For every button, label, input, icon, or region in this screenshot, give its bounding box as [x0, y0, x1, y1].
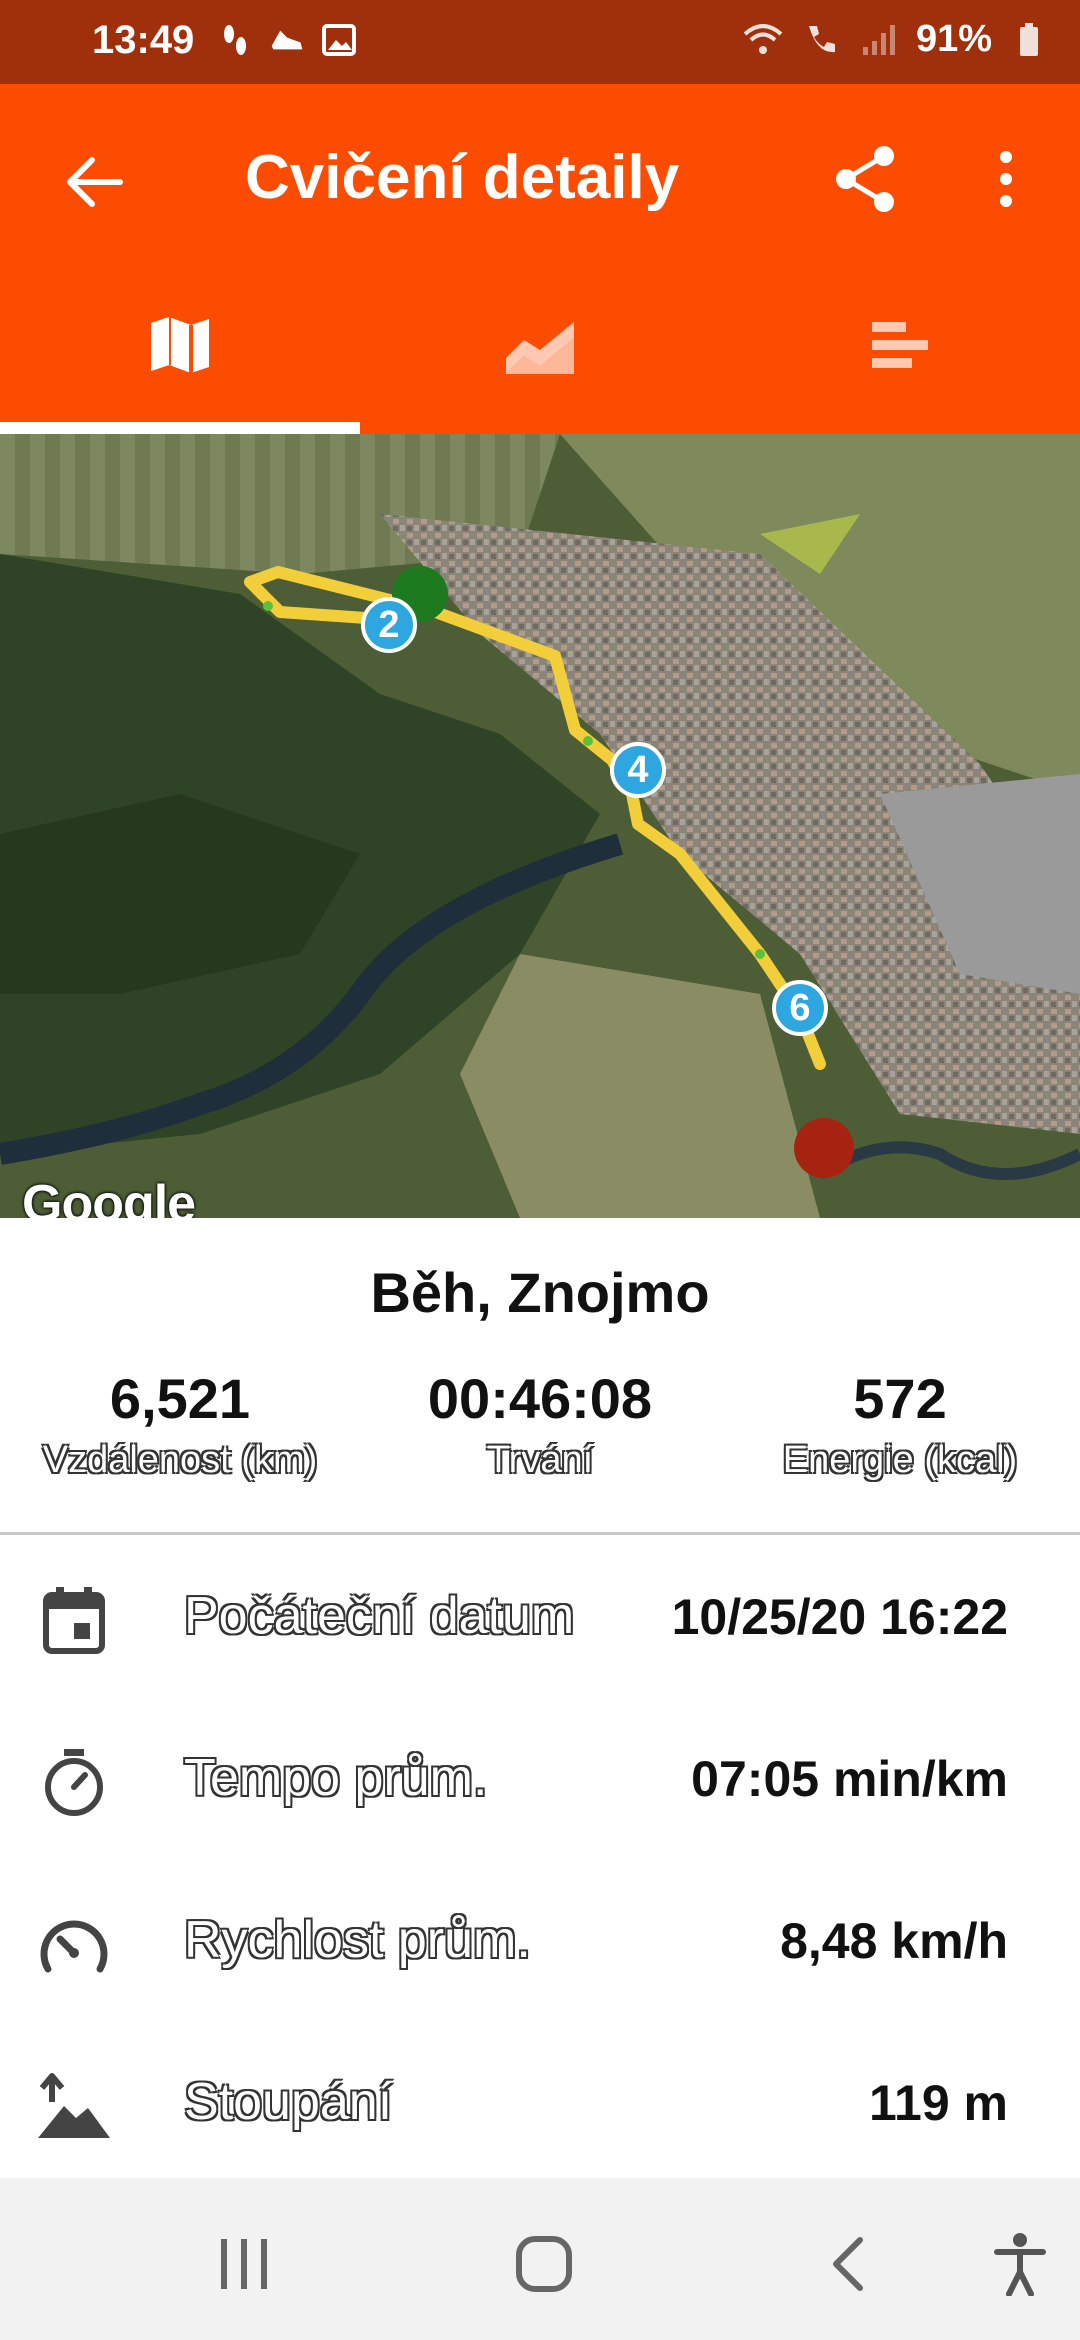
stat-distance: 6,521 Vzdálenost (km) [0, 1366, 360, 1482]
status-right: 91% [742, 18, 1050, 61]
divider [0, 1532, 1080, 1535]
map-icon [147, 313, 213, 382]
detail-value: 07:05 min/km [691, 1751, 1008, 1807]
stat-duration: 00:46:08 Trvání [360, 1366, 720, 1482]
accessibility-icon[interactable] [980, 2224, 1060, 2304]
elevation-icon [32, 2064, 116, 2148]
route-map[interactable]: 2 4 6 Google [0, 434, 1080, 1218]
activity-title: Běh, Znojmo [370, 1261, 710, 1324]
system-nav-bar [0, 2178, 1080, 2340]
stat-value: 572 [853, 1367, 947, 1430]
km-marker-4[interactable]: 4 [610, 742, 666, 798]
detail-label: Rychlost prům. [184, 1911, 531, 1969]
detail-value: 8,48 km/h [780, 1913, 1008, 1969]
tab-bars[interactable] [720, 272, 1080, 422]
detail-value: 10/25/20 16:22 [671, 1589, 1008, 1645]
stats-row: 6,521 Vzdálenost (km) 00:46:08 Trvání 57… [0, 1366, 1080, 1482]
google-attribution: Google [22, 1175, 196, 1218]
speedometer-icon [32, 1902, 116, 1986]
stopwatch-icon [32, 1740, 116, 1824]
stat-energy: 572 Energie (kcal) [720, 1366, 1080, 1482]
chart-icon [504, 314, 576, 381]
battery-icon [1008, 20, 1050, 60]
wifi-icon [742, 20, 784, 60]
activity-summary: Běh, Znojmo 6,521 Vzdálenost (km) 00:46:… [0, 1218, 1080, 1534]
detail-row-pace: Tempo prům. 07:05 min/km [0, 1698, 1080, 1860]
stat-label: Vzdálenost (km) [42, 1439, 318, 1481]
stat-label: Trvání [486, 1439, 594, 1481]
notification-icons [218, 20, 356, 60]
stat-value: 6,521 [109, 1367, 251, 1430]
recent-apps-icon[interactable] [204, 2224, 284, 2304]
calendar-icon [32, 1578, 116, 1662]
call-icon [800, 20, 842, 60]
image-icon [322, 20, 356, 60]
stat-label: Energie (kcal) [782, 1439, 1018, 1481]
share-icon[interactable] [820, 134, 910, 224]
shoe-icon [270, 20, 304, 60]
km-marker-6[interactable]: 6 [772, 980, 828, 1036]
tab-chart[interactable] [360, 272, 720, 422]
tab-bar [0, 272, 1080, 434]
detail-row-start-date: Počáteční datum 10/25/20 16:22 [0, 1536, 1080, 1698]
status-time: 13:49 [92, 18, 195, 62]
detail-list: Počáteční datum 10/25/20 16:22 Tempo prů… [0, 1536, 1080, 2184]
back-icon[interactable] [808, 2224, 888, 2304]
battery-percent: 91% [915, 18, 992, 60]
app-bar: Cvičení detaily [0, 84, 1080, 434]
detail-row-elevation: Stoupání 119 m [0, 2022, 1080, 2184]
detail-label: Tempo prům. [184, 1749, 488, 1807]
stat-value: 00:46:08 [427, 1367, 653, 1430]
detail-label: Počáteční datum [184, 1587, 575, 1645]
finish-marker[interactable] [794, 1118, 854, 1178]
page-title: Cvičení detaily [245, 143, 680, 212]
more-vert-icon[interactable] [966, 134, 1046, 224]
arrow-back-icon[interactable] [52, 140, 136, 224]
signal-icon [858, 20, 900, 60]
detail-value: 119 m [868, 2075, 1008, 2131]
detail-row-speed: Rychlost prům. 8,48 km/h [0, 1860, 1080, 2022]
map-imagery [0, 434, 1080, 1218]
status-bar: 13:49 91% [0, 0, 1080, 84]
home-icon[interactable] [504, 2224, 584, 2304]
km-marker-2[interactable]: 2 [361, 597, 417, 653]
footsteps-icon [218, 20, 252, 60]
detail-label: Stoupání [184, 2073, 393, 2131]
bars-icon [870, 320, 930, 375]
tab-map[interactable] [0, 272, 360, 434]
